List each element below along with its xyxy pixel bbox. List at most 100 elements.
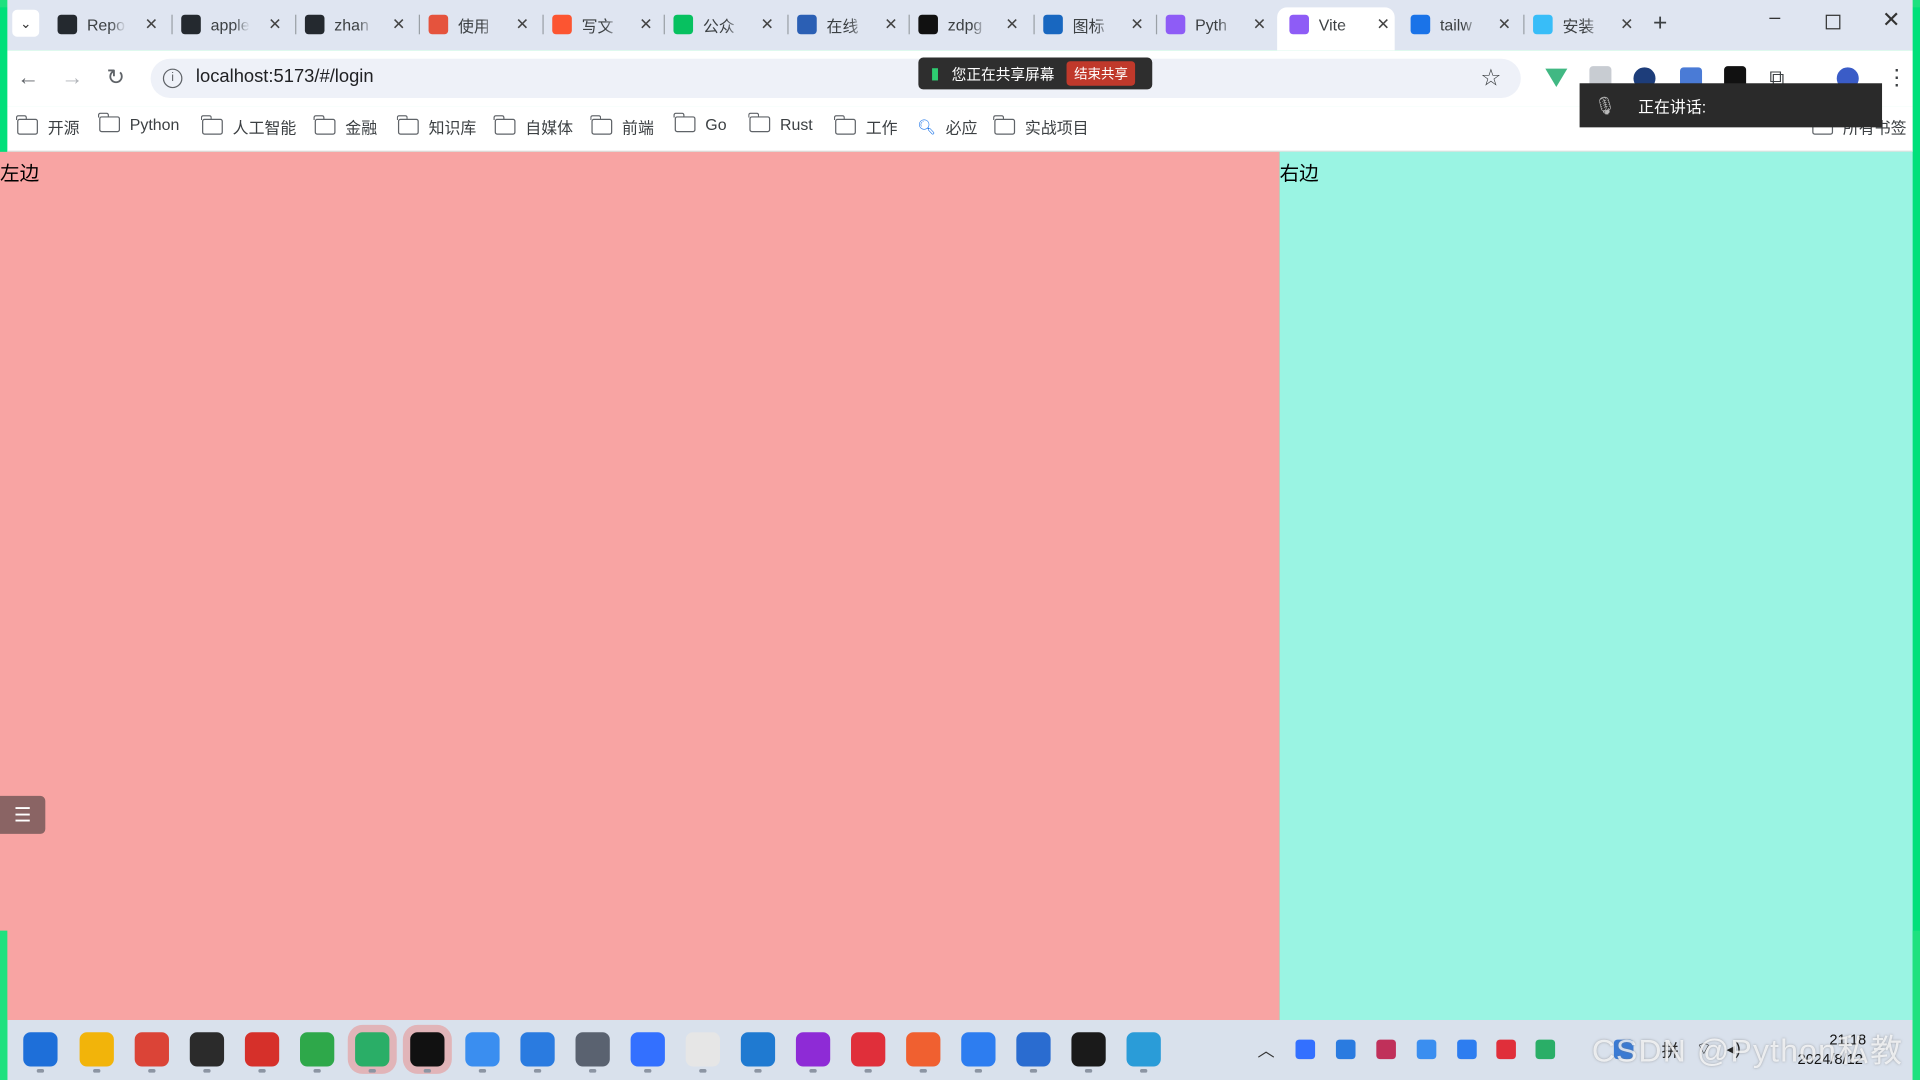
back-icon[interactable]: ← — [17, 65, 39, 91]
tab-separator — [1523, 14, 1525, 35]
tab-close-icon[interactable]: ✕ — [1130, 15, 1143, 35]
bookmark-label: 必应 — [945, 118, 978, 138]
minimize-button[interactable]: – — [1769, 7, 1780, 29]
wechat-tray-icon[interactable] — [1535, 1039, 1556, 1060]
tab[interactable]: 安装 ✕ — [1533, 7, 1633, 41]
new-tab-button[interactable]: + — [1653, 10, 1667, 38]
end-share-button[interactable]: 结束共享 — [1066, 61, 1136, 86]
bookmark-item[interactable]: 工作 — [834, 115, 898, 138]
tab[interactable]: Repo ✕ — [57, 7, 158, 41]
bookmark-item[interactable]: 知识库 — [397, 115, 477, 138]
tab[interactable]: 公众 ✕ — [673, 7, 774, 41]
tab-close-icon[interactable]: ✕ — [1620, 15, 1633, 35]
bookmark-item[interactable]: Rust — [748, 112, 813, 133]
goland-icon[interactable] — [795, 1032, 831, 1067]
cube-tray-icon[interactable] — [1376, 1039, 1396, 1060]
vite-icon — [1165, 14, 1186, 35]
tab[interactable]: 图标 ✕ — [1043, 7, 1144, 41]
tab-search-button[interactable]: ⌄ — [12, 9, 40, 37]
tab-close-icon[interactable]: ✕ — [1498, 15, 1511, 35]
feishu-tray-icon[interactable] — [1295, 1039, 1316, 1060]
wps-icon[interactable] — [244, 1032, 280, 1067]
share-status-text: 您正在共享屏幕 — [951, 65, 1055, 83]
bookmark-item[interactable]: 🔍︎ 必应 — [917, 115, 977, 138]
youdao-icon[interactable] — [851, 1032, 886, 1067]
list-menu-button[interactable]: ☰ — [0, 795, 46, 834]
tab-close-icon[interactable]: ✕ — [268, 15, 281, 35]
tab[interactable]: tailw ✕ — [1410, 7, 1511, 41]
file-explorer-icon[interactable] — [79, 1032, 114, 1067]
tab-separator — [171, 14, 173, 35]
tailwind-icon — [1533, 14, 1553, 35]
running-indicator — [1029, 1068, 1038, 1073]
app-u-icon[interactable] — [520, 1032, 555, 1067]
url-text[interactable]: localhost:5173/#/login — [196, 66, 374, 87]
tab-close-icon[interactable]: ✕ — [392, 15, 405, 35]
calculator-icon[interactable] — [575, 1032, 610, 1067]
lanhu-icon[interactable] — [961, 1032, 996, 1067]
tab[interactable]: 写文 ✕ — [552, 7, 653, 41]
forward-icon[interactable]: → — [61, 65, 83, 91]
virtualbox-icon[interactable] — [1016, 1032, 1051, 1067]
windows-start-icon[interactable] — [23, 1032, 58, 1067]
pen-app-icon[interactable] — [906, 1032, 941, 1067]
qq-icon[interactable] — [410, 1032, 445, 1067]
tab-close-icon[interactable]: ✕ — [884, 15, 897, 35]
folder-icon — [16, 115, 38, 135]
bookmark-item[interactable]: Go — [673, 112, 727, 133]
tab-separator — [418, 14, 421, 35]
tab[interactable]: 使用 ✕ — [428, 7, 529, 41]
tab[interactable]: zhan ✕ — [304, 7, 405, 41]
bookmark-label: 知识库 — [428, 118, 477, 138]
vue-devtools-icon[interactable] — [1545, 68, 1568, 87]
github-icon — [181, 14, 201, 35]
tab[interactable]: apple ✕ — [181, 7, 282, 41]
tab[interactable]: 在线 ✕ — [797, 7, 898, 41]
bookmark-label: 金融 — [345, 118, 378, 138]
right-pane-label: 右边 — [1279, 164, 1319, 185]
tab-close-icon[interactable]: ✕ — [1253, 15, 1266, 35]
tab[interactable]: zdpg ✕ — [918, 7, 1019, 41]
screen-share-indicator: ▮ 您正在共享屏幕 结束共享 — [918, 57, 1153, 90]
tab-close-icon[interactable]: ✕ — [1005, 15, 1018, 35]
tab[interactable]: Pyth ✕ — [1165, 7, 1266, 41]
tab-close-icon[interactable]: ✕ — [639, 15, 652, 35]
reload-icon[interactable]: ↻ — [107, 65, 125, 91]
wechat-icon[interactable] — [355, 1032, 390, 1067]
hbuilder-icon[interactable] — [300, 1032, 335, 1067]
youdao-tray-icon[interactable] — [1496, 1039, 1516, 1060]
feishu-icon[interactable] — [630, 1032, 665, 1067]
bookmark-item[interactable]: 自媒体 — [493, 115, 573, 138]
github-icon — [57, 14, 78, 35]
terminal-icon[interactable] — [189, 1032, 225, 1067]
running-indicator — [974, 1068, 983, 1073]
bookmark-item[interactable]: 金融 — [313, 115, 378, 138]
netdisk-tray-icon[interactable] — [1416, 1039, 1437, 1060]
left-pane-label: 左边 — [0, 164, 40, 185]
lanhu-tray-icon[interactable] — [1457, 1039, 1477, 1060]
webstorm-icon[interactable] — [1071, 1032, 1106, 1067]
close-window-button[interactable]: ✕ — [1882, 7, 1900, 33]
tab-close-icon[interactable]: ✕ — [516, 15, 529, 35]
browser-app-icon[interactable] — [1126, 1032, 1161, 1067]
u-tray-icon[interactable] — [1335, 1039, 1356, 1060]
baidu-netdisk-icon[interactable] — [465, 1032, 500, 1067]
bookmark-item[interactable]: 开源 — [16, 115, 80, 138]
chrome-icon[interactable] — [134, 1032, 169, 1067]
typora-icon[interactable] — [685, 1032, 721, 1067]
bookmark-item[interactable]: 前端 — [590, 115, 654, 138]
site-info-icon[interactable]: i — [162, 68, 183, 89]
vscode-icon[interactable] — [740, 1032, 776, 1067]
bookmark-item[interactable]: Python — [98, 112, 179, 133]
tab-close-icon[interactable]: ✕ — [145, 15, 158, 35]
tab-close-icon[interactable]: ✕ — [1376, 15, 1389, 35]
bookmark-star-icon[interactable]: ☆ — [1480, 65, 1501, 93]
bookmark-item[interactable]: 人工智能 — [201, 115, 296, 138]
tab-close-icon[interactable]: ✕ — [761, 15, 774, 35]
restore-button[interactable] — [1825, 14, 1841, 30]
tab[interactable]: Vite ✕ — [1289, 7, 1390, 41]
bookmark-item[interactable]: 实战项目 — [993, 115, 1089, 138]
tray-expand-icon[interactable]: ︿ — [1258, 1038, 1275, 1062]
left-pane: 左边 — [0, 151, 1280, 1021]
menu-icon[interactable]: ⋮ — [1886, 65, 1908, 91]
